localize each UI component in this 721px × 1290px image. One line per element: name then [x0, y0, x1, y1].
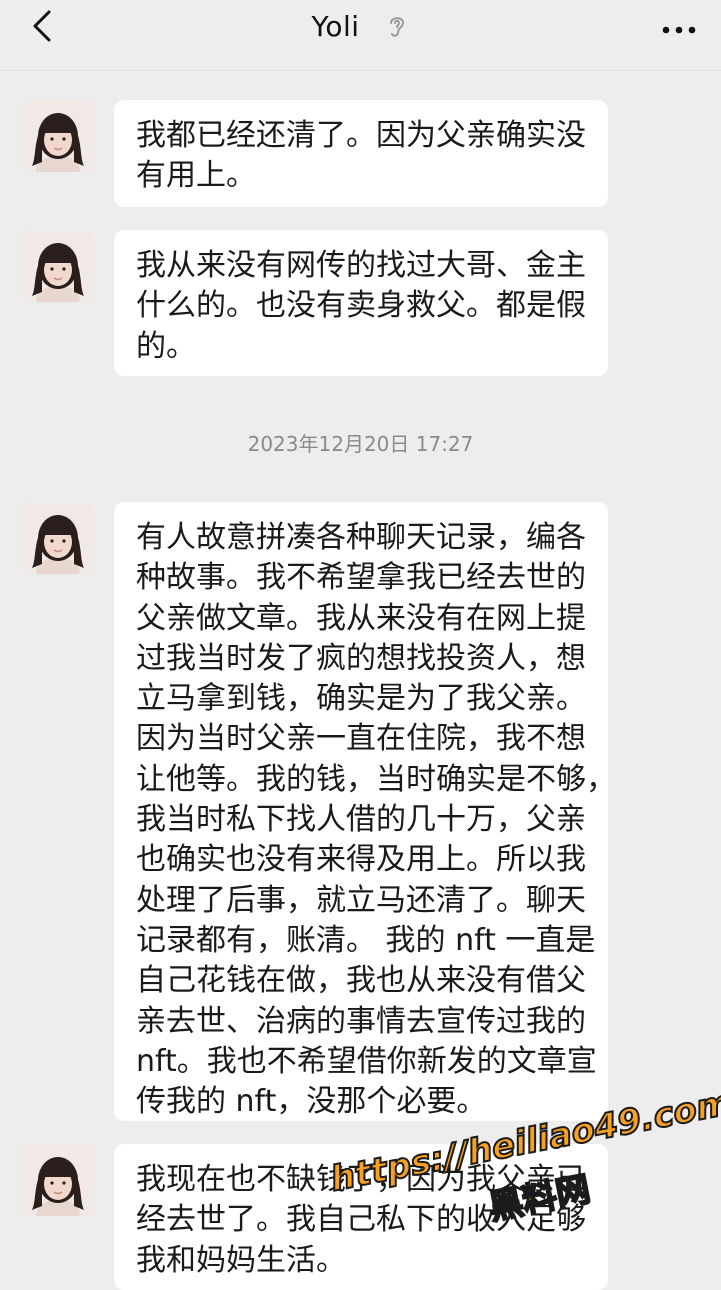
message-line: 传我的 nft，没那个必要。: [136, 1084, 487, 1120]
chat-title-area: Yoli: [0, 8, 721, 44]
message-line: 什么的。也没有卖身救父。都是假: [136, 288, 586, 324]
message-line: 有用上。: [136, 158, 256, 194]
message-line: 因为当时父亲一直在住院，我不想: [136, 721, 586, 757]
message-line: 立马拿到钱，确实是为了我父亲。: [136, 681, 586, 717]
message-line: 我从来没有网传的找过大哥、金主: [136, 248, 586, 283]
more-button[interactable]: [657, 8, 701, 48]
ear-icon: [384, 13, 410, 39]
message-line: 处理了后事，就立马还清了。聊天: [136, 882, 586, 918]
avatar[interactable]: [22, 100, 94, 172]
message-bubble[interactable]: 我从来没有网传的找过大哥、金主 什么的。也没有卖身救父。都是假 的。: [114, 230, 608, 376]
avatar[interactable]: [22, 502, 94, 574]
chat-title: Yoli: [311, 9, 360, 43]
more-dots-icon: [662, 19, 696, 38]
message-bubble[interactable]: 我都已经还清了。因为父亲确实没 有用上。: [114, 100, 608, 207]
message-line: 让他等。我的钱，当时确实是不够，: [136, 761, 616, 797]
message-line: 有人故意拼凑各种聊天记录，编各: [136, 520, 586, 555]
avatar[interactable]: [22, 230, 94, 302]
message-line: 我和妈妈生活。: [136, 1242, 346, 1278]
message-line: 经去世了。我自己私下的收入足够: [136, 1202, 586, 1238]
message-line: 我都已经还清了。因为父亲确实没: [136, 118, 586, 153]
chat-header: Yoli: [0, 0, 721, 71]
message-bubble[interactable]: 有人故意拼凑各种聊天记录，编各 种故事。我不希望拿我已经去世的 父亲做文章。我从…: [114, 502, 616, 1121]
message-line: 亲去世、治病的事情去宣传过我的: [136, 1003, 586, 1039]
message-line: nft。我也不希望借你新发的文章宣: [136, 1043, 597, 1079]
message-line: 自己花钱在做，我也从来没有借父: [136, 963, 586, 999]
message-line: 记录都有，账清。 我的 nft 一直是: [136, 922, 596, 958]
message-line: 也确实也没有来得及用上。所以我: [136, 842, 586, 878]
message-line: 父亲做文章。我从来没有在网上提: [136, 600, 586, 636]
message-line: 我现在也不缺钱了，因为我父亲已: [136, 1162, 586, 1197]
message-line: 过我当时发了疯的想找投资人，想: [136, 640, 586, 676]
message-line: 种故事。我不希望拿我已经去世的: [136, 560, 586, 596]
message-line: 的。: [136, 328, 196, 364]
message-line: 我当时私下找人借的几十万，父亲: [136, 802, 586, 838]
chat-timestamp: 2023年12月20日 17:27: [247, 432, 474, 456]
avatar[interactable]: [22, 1144, 94, 1216]
message-bubble[interactable]: 我现在也不缺钱了，因为我父亲已 经去世了。我自己私下的收入足够 我和妈妈生活。: [114, 1144, 608, 1290]
